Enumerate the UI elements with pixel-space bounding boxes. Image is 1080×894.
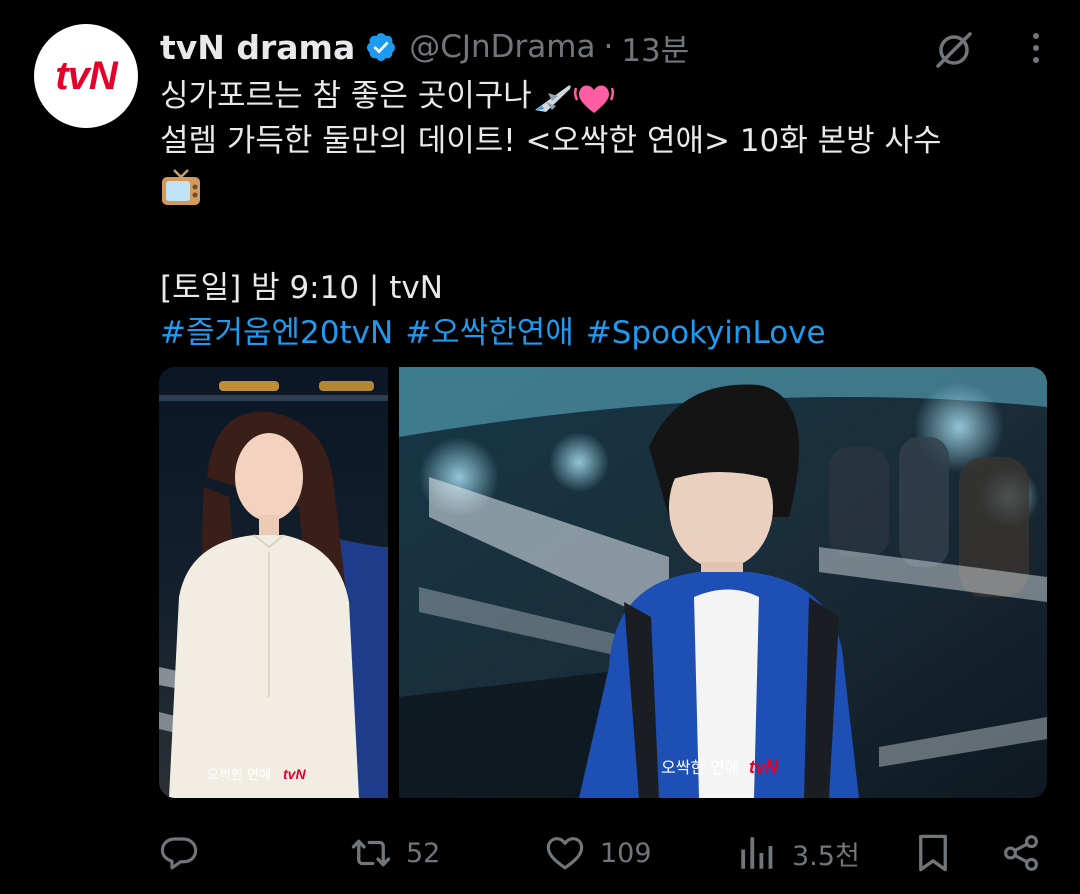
television-emoji [162,168,200,205]
action-bar: 52 109 3.5천 [158,825,1048,881]
media-photo-1[interactable]: 오싹한 연애 tvN [159,367,388,798]
more-dots-icon[interactable] [1028,30,1044,66]
share-button[interactable] [1000,825,1042,881]
share-icon [1004,835,1038,871]
header-separator: · [603,29,614,65]
hashtag-link[interactable]: #SpookyinLove [586,315,826,351]
media-photo-1-caption: 오싹한 연애 [207,768,271,783]
hashtag-list: #즐거움엔20tvN #오싹한연애 #SpookyinLove [160,311,1050,356]
reply-button[interactable] [158,825,214,881]
media-photo-1-logo: tvN [283,766,306,782]
tweet-line-2: 설렘 가득한 둘만의 데이트! <오싹한 연애> 10화 본방 사수 [160,123,942,159]
views-count: 3.5천 [792,840,860,872]
grok-icon[interactable] [932,28,976,72]
media-photo-2-caption: 오싹한 연애 [661,758,740,777]
tweet-text: 싱가포르는 참 좋은 곳이구나 설렘 가득한 둘만의 데이트! <오싹한 연애>… [160,74,1050,356]
like-button[interactable]: 109 [544,825,652,881]
bookmark-icon [919,834,947,872]
media-photo-2-logo: tvN [749,757,779,777]
hashtag-link[interactable]: #즐거움엔20tvN [160,315,393,351]
post-time[interactable]: 13분 [621,25,689,70]
retweet-icon [351,839,391,867]
hashtag-link[interactable]: #오싹한연애 [405,315,574,351]
like-count: 109 [600,837,652,869]
account-name[interactable]: tvN drama [160,28,355,67]
reply-icon [160,837,198,870]
verified-badge-icon[interactable] [365,31,397,63]
tweet-header: tvN drama @CJnDrama · 13분 [160,24,1060,70]
account-handle[interactable]: @CJnDrama [409,29,595,65]
media-photo-2[interactable]: 오싹한 연애 tvN [399,367,1047,798]
retweet-count: 52 [406,837,441,869]
tweet-line-1-text: 싱가포르는 참 좋은 곳이구나 [160,78,532,114]
avatar-logo: tvN [55,53,117,98]
views-button[interactable]: 3.5천 [736,825,860,881]
schedule-text: [토일] 밤 9:10 | tvN [160,270,443,306]
beating-heart-emoji [573,85,614,113]
heart-icon [546,837,584,870]
tweet-line-1: 싱가포르는 참 좋은 곳이구나 [160,74,1050,119]
airplane-emoji [534,84,571,112]
bookmark-button[interactable] [912,825,954,881]
views-icon [741,837,773,869]
retweet-button[interactable]: 52 [350,825,440,881]
tweet-line-3 [160,164,1050,216]
avatar[interactable]: tvN [34,24,138,128]
